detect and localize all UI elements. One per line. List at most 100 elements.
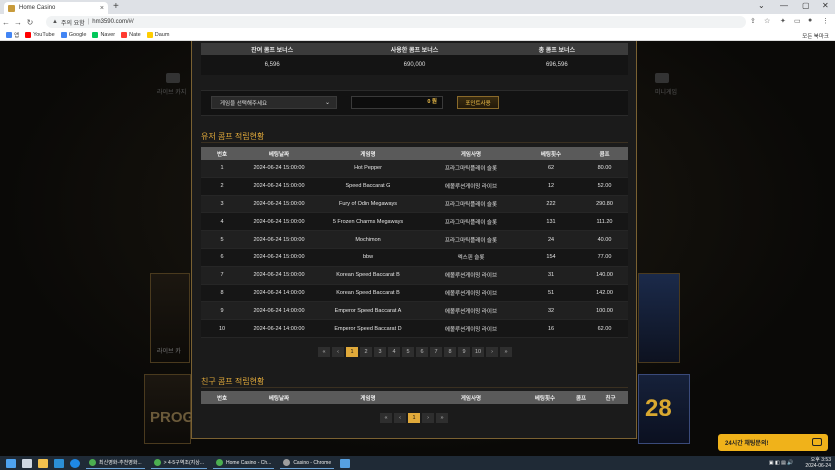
slot-card[interactable] <box>638 273 680 363</box>
live-casino-card[interactable]: 라이브 카 <box>150 273 190 363</box>
friend-comp-table-header: 번호 베팅날짜 게임명 게임사명 베팅횟수 콤프 친구 <box>201 391 628 404</box>
row-provider: 엑스핀 슬롯 <box>457 255 485 262</box>
profile-icon[interactable]: ● <box>808 17 812 24</box>
table-row: 4 2024-06-24 15:00:00 5 Frozen Charms Mega… <box>201 213 628 232</box>
google-icon <box>60 32 67 38</box>
page-button[interactable]: › <box>422 413 434 423</box>
page-button[interactable]: › <box>486 347 498 357</box>
comp-convert-row: 게임을 선택해주세요 ⌄ 0 원 포인트사용 <box>201 90 628 116</box>
taskbar-app-4[interactable]: Casino - Chrome <box>280 457 335 469</box>
page-button[interactable]: 6 <box>416 347 428 357</box>
bookmark-apps[interactable]: 앱 <box>6 31 19 39</box>
use-points-button[interactable]: 포인트사용 <box>457 96 499 109</box>
clock[interactable]: 오후 3:53 2024-06-24 <box>805 457 831 469</box>
page-button[interactable]: 5 <box>402 347 414 357</box>
live-casino-nav[interactable]: 라이브 카지 <box>157 87 186 96</box>
page-button[interactable]: « <box>380 413 392 423</box>
bookmark-youtube[interactable]: YouTube <box>25 32 55 38</box>
reload-icon[interactable]: ↻ <box>24 18 36 27</box>
tab-search-icon[interactable]: ⌄ <box>758 1 765 10</box>
page-button[interactable]: 10 <box>472 347 484 357</box>
row-provider: 프라그마틱플레이 슬롯 <box>444 201 498 208</box>
row-game-name: 5 Frozen Charms Megaways <box>332 218 404 225</box>
row-comp: 140.00 <box>596 272 613 279</box>
bird-app-icon[interactable] <box>340 458 351 468</box>
promo-banner[interactable]: PROG <box>144 374 194 444</box>
sidepanel-icon[interactable]: ▭ <box>794 17 801 25</box>
browser-tab[interactable]: Home Casino × <box>4 2 108 14</box>
naver-icon <box>92 32 99 38</box>
row-bet-count: 222 <box>546 200 556 207</box>
row-game-name: Korean Speed Baccarat B <box>336 289 400 296</box>
row-bet-date: 2024-06-24 15:00:00 <box>253 165 305 172</box>
edge-icon[interactable] <box>54 458 64 468</box>
comp-modal: 잔여 콤프 보너스 사용한 콤프 보너스 총 콤프 보너스 6,596 690,… <box>191 41 637 439</box>
amount-input[interactable]: 0 원 <box>351 96 443 109</box>
page-button[interactable]: 7 <box>430 347 442 357</box>
user-comp-table-header: 번호 베팅날짜 게임명 게임사명 베팅횟수 콤프 <box>201 147 628 160</box>
taskbar-app-2[interactable]: > 4-5구역조(지상... <box>150 457 208 469</box>
bookmark-naver[interactable]: Naver <box>92 32 115 38</box>
table-row: 8 2024-06-24 14:00:00 Korean Speed Baccara… <box>201 284 628 303</box>
comp-bonus-header: 잔여 콤프 보너스 사용한 콤프 보너스 총 콤프 보너스 <box>201 43 628 55</box>
forward-icon[interactable]: → <box>12 18 24 27</box>
task-view-icon[interactable] <box>22 458 32 468</box>
bookmark-nate[interactable]: Nate <box>121 32 141 38</box>
minimize-icon[interactable]: — <box>780 1 788 10</box>
table-row: 6 2024-06-24 15:00:00 bbw 엑스핀 슬롯 154 77.00 <box>201 248 628 267</box>
chat-bubble-icon <box>812 438 822 446</box>
row-comp: 62.00 <box>597 325 612 332</box>
back-icon[interactable]: ← <box>0 18 12 27</box>
page-button[interactable]: ‹ <box>332 347 344 357</box>
row-bet-count: 62 <box>547 165 555 172</box>
page-button[interactable]: 4 <box>388 347 400 357</box>
col-comp: 콤프 <box>575 395 587 402</box>
minigame-nav[interactable]: 미니게임 <box>655 87 677 96</box>
menu-icon[interactable]: ⋮ <box>822 17 829 25</box>
page-button[interactable]: 2 <box>360 347 372 357</box>
row-bet-date: 2024-06-24 15:00:00 <box>253 254 305 261</box>
page-button[interactable]: » <box>436 413 448 423</box>
new-tab-button[interactable]: + <box>113 1 119 12</box>
page-button[interactable]: » <box>500 347 512 357</box>
ie-icon[interactable] <box>70 458 80 468</box>
extensions-icon[interactable]: ✦ <box>780 17 786 25</box>
share-icon[interactable]: ⇪ <box>750 17 756 25</box>
page-button[interactable]: 8 <box>444 347 456 357</box>
page-button[interactable]: 9 <box>458 347 470 357</box>
page-button[interactable]: 1 <box>346 347 358 357</box>
bookmarks-bar: 앱 YouTube Google Naver Nate Daum 모든 북마크 <box>0 30 835 41</box>
maximize-icon[interactable]: ▢ <box>802 1 810 10</box>
bookmark-star-icon[interactable]: ☆ <box>764 17 770 25</box>
tab-title: Home Casino <box>19 5 56 11</box>
col-provider: 게임사명 <box>460 151 482 158</box>
minigame-nav-icon <box>655 73 669 83</box>
page-button[interactable]: ‹ <box>394 413 406 423</box>
close-tab-icon[interactable]: × <box>100 5 104 12</box>
chevron-down-icon: ⌄ <box>324 100 330 106</box>
page-button[interactable]: 3 <box>374 347 386 357</box>
game-select[interactable]: 게임을 선택해주세요 ⌄ <box>211 96 337 109</box>
taskbar-app-1[interactable]: 최신영화-추천영화... <box>86 457 145 469</box>
row-provider: 에볼루션게이밍 라이브 <box>444 273 498 280</box>
jackpot-banner[interactable]: 28 <box>638 374 690 444</box>
row-number: 10 <box>218 325 226 332</box>
page-button[interactable]: 1 <box>408 413 420 423</box>
browser-tabbar: Home Casino × + ⌄ — ▢ ✕ <box>0 0 835 14</box>
browser-toolbar: ← → ↻ ▲ 주의 요함 | hm3590.com/#/ ⇪ ☆ ✦ ▭ ● … <box>0 14 835 30</box>
file-explorer-icon[interactable] <box>38 458 48 468</box>
tray-icons[interactable]: ▣ ◧ ▤ 🔊 <box>769 460 794 466</box>
all-bookmarks[interactable]: 모든 북마크 <box>802 32 829 40</box>
close-window-icon[interactable]: ✕ <box>822 1 829 10</box>
live-chat-button[interactable]: 24시간 채팅문의! <box>718 434 828 451</box>
bookmark-daum[interactable]: Daum <box>146 32 169 38</box>
col-bet-count: 베팅횟수 <box>534 395 556 402</box>
live-casino-nav-icon <box>166 73 180 83</box>
page-button[interactable]: « <box>318 347 330 357</box>
taskbar-app-3[interactable]: Home Casino - Ch... <box>213 457 275 469</box>
bookmark-google[interactable]: Google <box>60 32 86 38</box>
row-bet-date: 2024-06-24 15:00:00 <box>253 272 305 279</box>
windows-start-icon[interactable] <box>6 458 16 468</box>
col-game-name: 게임명 <box>360 395 376 402</box>
address-bar[interactable]: ▲ 주의 요함 | hm3590.com/#/ <box>46 16 746 28</box>
